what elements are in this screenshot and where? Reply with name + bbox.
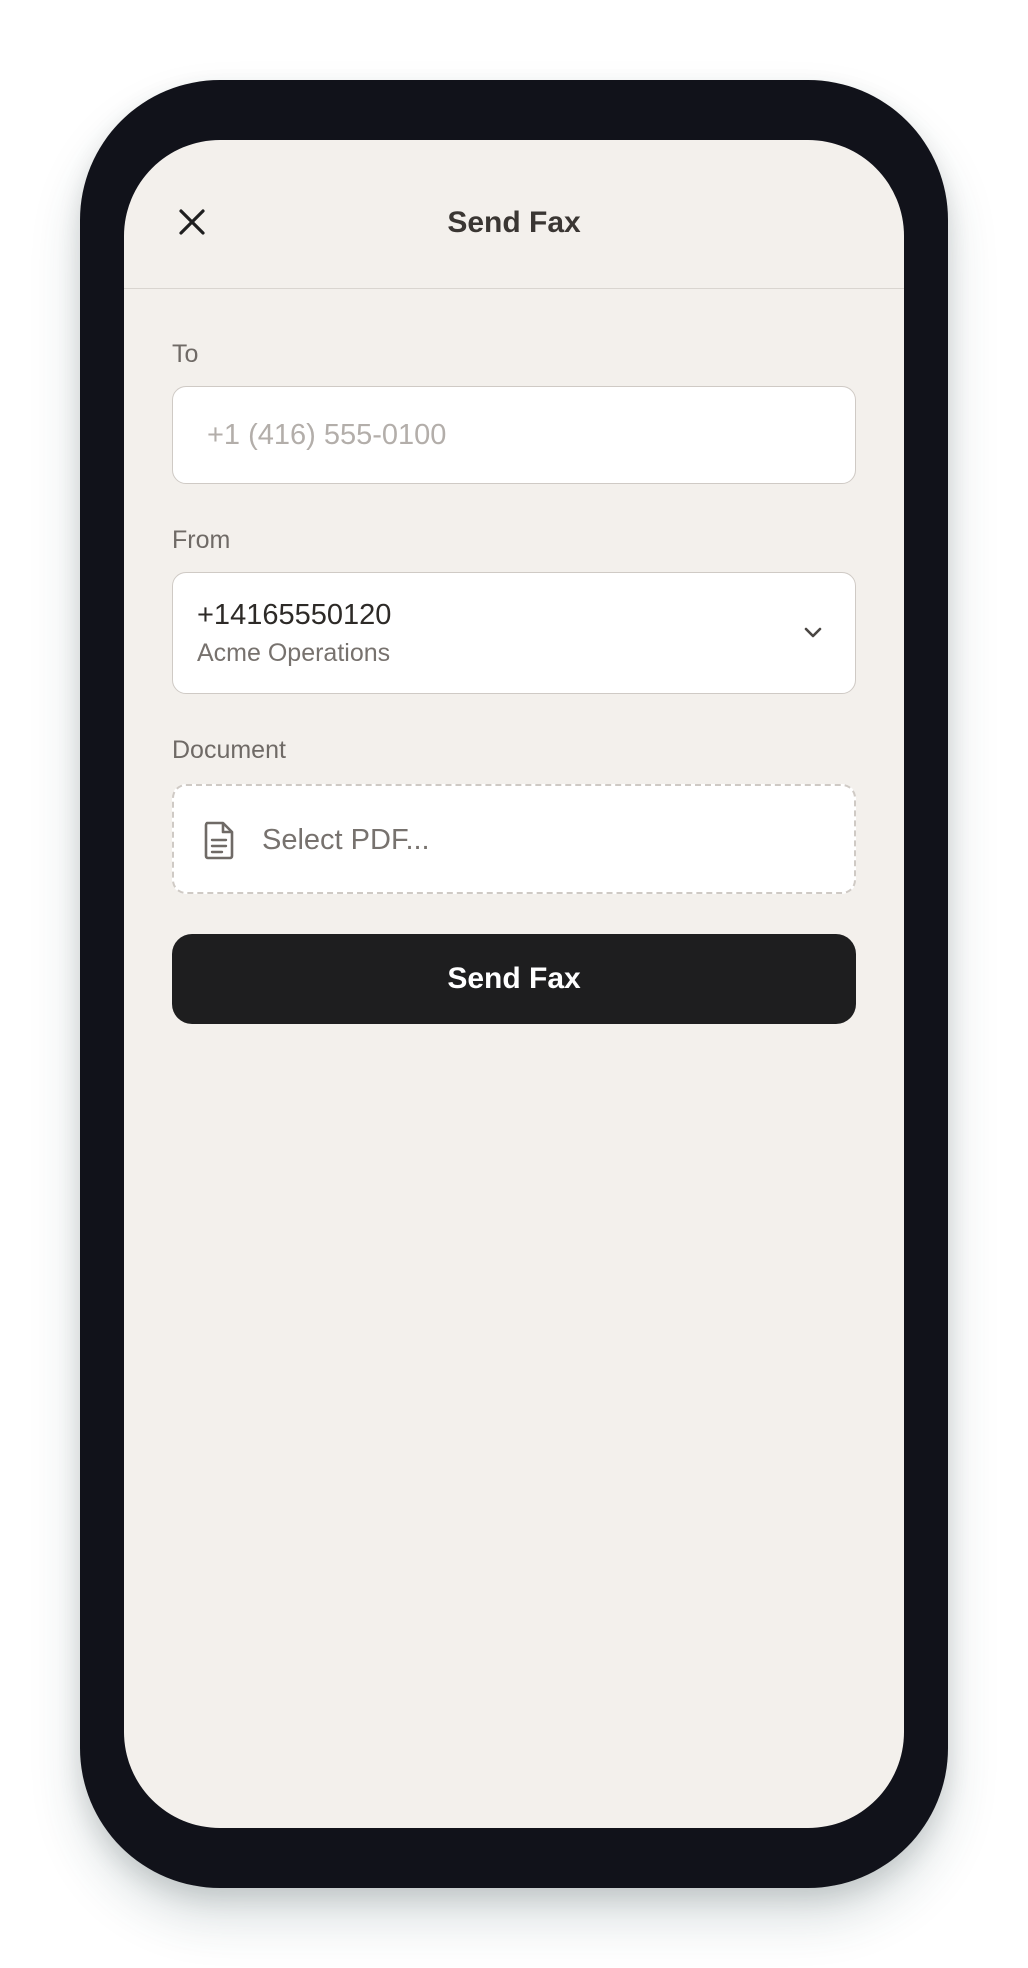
modal-header: Send Fax [124,140,904,289]
document-picker[interactable]: Select PDF... [172,784,856,894]
document-label: Document [172,736,286,764]
device-frame: Send Fax To From +14165550120 Acme Opera… [80,80,948,1888]
to-label: To [172,340,199,368]
document-placeholder: Select PDF... [262,824,430,856]
page-title: Send Fax [447,206,581,239]
document-icon [204,821,234,860]
from-selected-number: +14165550120 [197,599,392,631]
from-number-select[interactable]: +14165550120 Acme Operations [172,572,856,694]
send-fax-button[interactable]: Send Fax [172,934,856,1024]
to-fax-number-input[interactable] [172,386,856,484]
app-screen: Send Fax To From +14165550120 Acme Opera… [124,140,904,1828]
chevron-down-icon [804,627,822,638]
from-label: From [172,526,231,554]
from-selected-name: Acme Operations [197,639,391,667]
